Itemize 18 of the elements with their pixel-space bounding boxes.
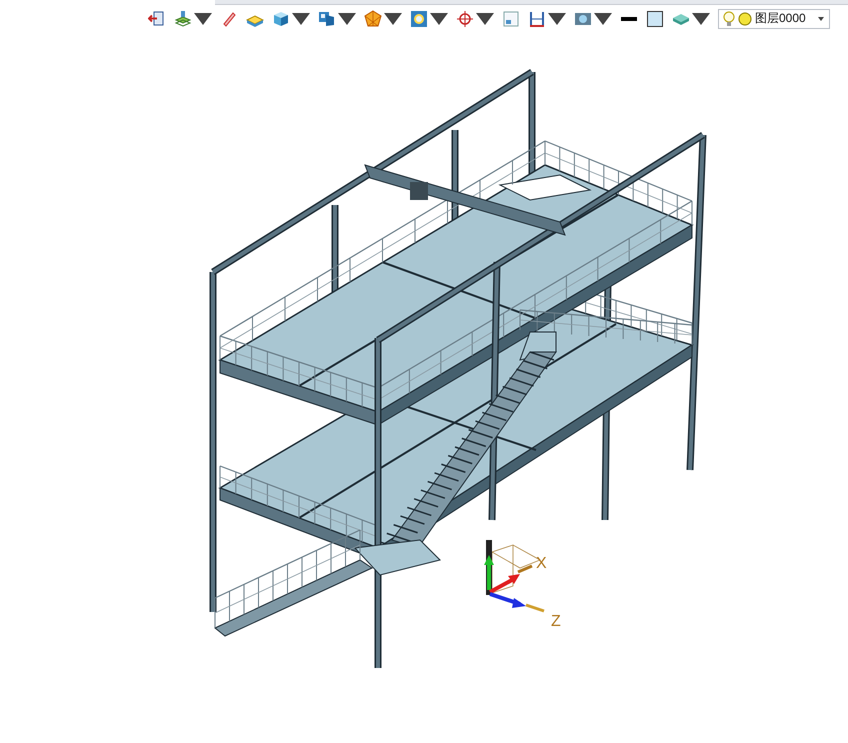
layer-dropdown[interactable]: 图层0000 xyxy=(718,8,830,28)
polygon-icon xyxy=(364,10,382,28)
lightbulb-icon xyxy=(723,10,735,26)
target-icon xyxy=(456,10,474,28)
circle-icon xyxy=(738,12,752,26)
exit-icon xyxy=(148,10,166,28)
fill-icon xyxy=(646,10,664,28)
caret-icon xyxy=(817,16,825,22)
view-icon xyxy=(318,10,336,28)
dimension-icon xyxy=(528,10,546,28)
layer-name: 图层0000 xyxy=(755,10,807,27)
z-axis-label: Z xyxy=(551,613,561,630)
layers-icon xyxy=(174,10,192,28)
frame-icon xyxy=(410,10,428,28)
x-axis-label: X xyxy=(536,555,547,572)
window-icon xyxy=(502,10,520,28)
toolbar-button[interactable] xyxy=(362,8,404,30)
cube-icon xyxy=(272,10,290,28)
